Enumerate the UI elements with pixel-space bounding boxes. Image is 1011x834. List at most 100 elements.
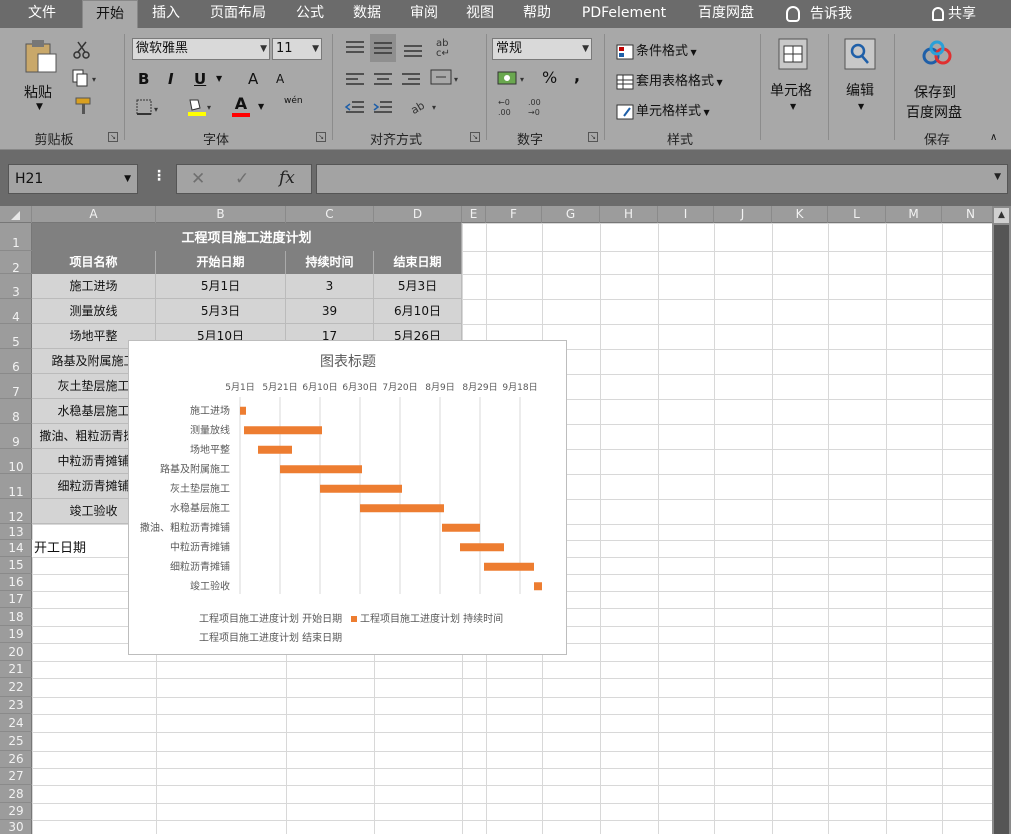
column-header-b[interactable]: B bbox=[156, 206, 286, 223]
number-launcher-icon[interactable]: ↘ bbox=[588, 132, 598, 142]
row-header-21[interactable]: 21 bbox=[0, 661, 32, 678]
row-header-4[interactable]: 4 bbox=[0, 299, 32, 324]
row-header-8[interactable]: 8 bbox=[0, 399, 32, 424]
row-header-20[interactable]: 20 bbox=[0, 643, 32, 661]
row-header-9[interactable]: 9 bbox=[0, 424, 32, 449]
shrink-font-button[interactable]: A bbox=[276, 72, 284, 86]
align-top-icon[interactable] bbox=[344, 38, 366, 58]
merge-center-icon[interactable]: ▾ bbox=[430, 68, 464, 88]
row-header-13[interactable]: 13 bbox=[0, 524, 32, 540]
phonetic-button[interactable]: wén bbox=[284, 96, 303, 106]
vertical-scrollbar[interactable]: ▲ bbox=[992, 206, 1011, 834]
name-box[interactable]: H21 ▼ bbox=[8, 164, 138, 194]
italic-button[interactable]: I bbox=[168, 70, 174, 88]
row-header-10[interactable]: 10 bbox=[0, 449, 32, 474]
orientation-icon[interactable]: ab ▾ bbox=[408, 96, 442, 116]
row-header-11[interactable]: 11 bbox=[0, 474, 32, 499]
increase-indent-icon[interactable] bbox=[372, 98, 394, 118]
row-header-24[interactable]: 24 bbox=[0, 714, 32, 732]
column-header-e[interactable]: E bbox=[462, 206, 486, 223]
row-header-19[interactable]: 19 bbox=[0, 626, 32, 643]
paste-button[interactable]: 粘贴 ▼ bbox=[18, 36, 64, 126]
row-header-28[interactable]: 28 bbox=[0, 785, 32, 803]
row-header-6[interactable]: 6 bbox=[0, 349, 32, 374]
format-painter-icon[interactable] bbox=[74, 96, 94, 116]
tab-home[interactable]: 开始 bbox=[82, 0, 138, 28]
editing-button[interactable]: 编辑 ▼ bbox=[836, 36, 886, 126]
column-header-f[interactable]: F bbox=[486, 206, 542, 223]
row-header-12[interactable]: 12 bbox=[0, 499, 32, 524]
percent-button[interactable]: % bbox=[542, 68, 557, 87]
table-title[interactable]: 工程项目施工进度计划 bbox=[32, 223, 462, 251]
table-header-cell[interactable]: 项目名称 bbox=[32, 251, 156, 274]
row-header-29[interactable]: 29 bbox=[0, 803, 32, 820]
tab-baidu-netdisk[interactable]: 百度网盘 bbox=[684, 0, 768, 28]
table-cell[interactable]: 5月3日 bbox=[156, 299, 286, 324]
column-header-g[interactable]: G bbox=[542, 206, 600, 223]
align-left-icon[interactable] bbox=[344, 70, 366, 90]
column-header-h[interactable]: H bbox=[600, 206, 658, 223]
copy-icon[interactable]: ▾ bbox=[72, 68, 100, 88]
format-as-table-button[interactable]: 套用表格格式 ▼ bbox=[616, 70, 723, 90]
row-header-30[interactable]: 30 bbox=[0, 820, 32, 834]
tab-formulas[interactable]: 公式 bbox=[286, 0, 334, 28]
table-cell[interactable]: 39 bbox=[286, 299, 374, 324]
insert-function-icon[interactable]: fx bbox=[279, 168, 295, 188]
column-header-l[interactable]: L bbox=[828, 206, 886, 223]
increase-decimal-icon[interactable]: ←0.00 bbox=[496, 96, 520, 118]
column-header-d[interactable]: D bbox=[374, 206, 462, 223]
alignment-launcher-icon[interactable]: ↘ bbox=[470, 132, 480, 142]
tab-pdfelement[interactable]: PDFelement bbox=[572, 0, 676, 28]
conditional-format-button[interactable]: 条件格式 ▼ bbox=[616, 40, 697, 60]
chevron-down-icon[interactable]: ▼ bbox=[216, 74, 222, 83]
bold-button[interactable]: B bbox=[138, 70, 149, 88]
table-header-cell[interactable]: 开始日期 bbox=[156, 251, 286, 274]
table-cell[interactable]: 测量放线 bbox=[32, 299, 156, 324]
row-header-7[interactable]: 7 bbox=[0, 374, 32, 399]
formula-input[interactable]: ▼ bbox=[316, 164, 1008, 194]
grow-font-button[interactable]: A bbox=[248, 70, 258, 88]
row-header-26[interactable]: 26 bbox=[0, 751, 32, 768]
column-header-i[interactable]: I bbox=[658, 206, 714, 223]
font-launcher-icon[interactable]: ↘ bbox=[316, 132, 326, 142]
share-button[interactable]: 共享 bbox=[932, 2, 1004, 26]
font-size-combo[interactable]: 11 ▼ bbox=[272, 38, 322, 60]
currency-icon[interactable]: ▾ bbox=[496, 68, 530, 88]
row-header-3[interactable]: 3 bbox=[0, 274, 32, 299]
row-header-15[interactable]: 15 bbox=[0, 557, 32, 574]
underline-button[interactable]: U bbox=[194, 70, 206, 88]
enter-icon[interactable]: ✓ bbox=[235, 169, 249, 189]
row-header-2[interactable]: 2 bbox=[0, 251, 32, 275]
collapse-ribbon-icon[interactable]: ∧ bbox=[990, 132, 997, 143]
tab-file[interactable]: 文件 bbox=[14, 0, 70, 28]
table-cell[interactable]: 3 bbox=[286, 274, 374, 299]
column-header-c[interactable]: C bbox=[286, 206, 374, 223]
decrease-decimal-icon[interactable]: .00→0 bbox=[526, 96, 550, 118]
comma-button[interactable]: , bbox=[574, 66, 580, 85]
chevron-down-icon[interactable]: ▼ bbox=[258, 102, 264, 111]
align-center-icon[interactable] bbox=[372, 70, 394, 90]
decrease-indent-icon[interactable] bbox=[344, 98, 366, 118]
table-cell[interactable]: 6月10日 bbox=[374, 299, 462, 324]
row-header-23[interactable]: 23 bbox=[0, 697, 32, 714]
column-header-m[interactable]: M bbox=[886, 206, 942, 223]
cut-icon[interactable] bbox=[72, 40, 92, 60]
save-to-baidu-button[interactable]: 保存到 百度网盘 bbox=[902, 36, 972, 126]
table-cell[interactable]: 5月1日 bbox=[156, 274, 286, 299]
column-header-j[interactable]: J bbox=[714, 206, 772, 223]
font-name-combo[interactable]: 微软雅黑 ▼ bbox=[132, 38, 270, 60]
align-bottom-icon[interactable] bbox=[402, 38, 424, 58]
align-middle-icon[interactable] bbox=[370, 34, 396, 62]
table-header-cell[interactable]: 结束日期 bbox=[374, 251, 462, 274]
clipboard-launcher-icon[interactable]: ↘ bbox=[108, 132, 118, 142]
tell-me-box[interactable]: 告诉我 bbox=[786, 2, 876, 26]
tab-view[interactable]: 视图 bbox=[456, 0, 504, 28]
tab-page-layout[interactable]: 页面布局 bbox=[198, 0, 278, 28]
scroll-up-icon[interactable]: ▲ bbox=[994, 208, 1009, 223]
wrap-text-icon[interactable]: abc↵ bbox=[434, 36, 456, 58]
cell-styles-button[interactable]: 单元格样式 ▼ bbox=[616, 100, 710, 120]
row-header-1[interactable]: 1 bbox=[0, 223, 32, 251]
tab-review[interactable]: 审阅 bbox=[400, 0, 448, 28]
column-header-a[interactable]: A bbox=[32, 206, 156, 223]
row-header-18[interactable]: 18 bbox=[0, 608, 32, 626]
